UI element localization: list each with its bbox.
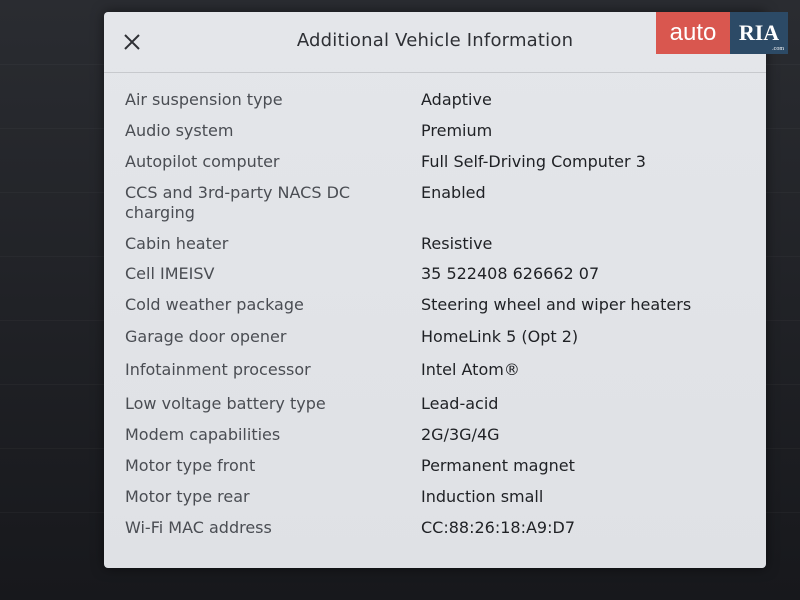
spec-row-autopilot-computer: Autopilot computer Full Self-Driving Com…	[104, 152, 766, 183]
spec-row-modem: Modem capabilities 2G/3G/4G	[104, 425, 766, 456]
spec-row-audio-system: Audio system Premium	[104, 121, 766, 152]
spec-label: Garage door opener	[125, 327, 287, 346]
spec-row-cell-imeisv: Cell IMEISV 35 522408 626662 07	[104, 264, 766, 295]
spec-label: Low voltage battery type	[125, 394, 326, 413]
spec-value: Lead-acid	[421, 394, 499, 413]
spec-row-wifi-mac: Wi-Fi MAC address CC:88:26:18:A9:D7	[104, 518, 766, 549]
spec-list: Air suspension type Adaptive Audio syste…	[104, 90, 766, 549]
spec-value: Full Self-Driving Computer 3	[421, 152, 646, 171]
spec-label: Autopilot computer	[125, 152, 280, 171]
spec-row-motor-rear: Motor type rear Induction small	[104, 487, 766, 518]
spec-label: Motor type rear	[125, 487, 250, 506]
spec-row-lv-battery: Low voltage battery type Lead-acid	[104, 394, 766, 425]
spec-label: Audio system	[125, 121, 234, 140]
spec-value: Resistive	[421, 234, 493, 253]
spec-value: CC:88:26:18:A9:D7	[421, 518, 575, 537]
spec-value: Steering wheel and wiper heaters	[421, 295, 692, 314]
spec-row-air-suspension: Air suspension type Adaptive	[104, 90, 766, 121]
auto-ria-watermark: auto RIA .com	[656, 12, 788, 54]
spec-value: Permanent magnet	[421, 456, 575, 475]
spec-label: Air suspension type	[125, 90, 283, 109]
watermark-auto-text: auto	[656, 12, 730, 54]
spec-row-dc-charging: CCS and 3rd-party NACS DC charging Enabl…	[104, 183, 766, 234]
spec-value: Adaptive	[421, 90, 492, 109]
watermark-ria-text: RIA	[738, 20, 780, 45]
spec-label: Cell IMEISV	[125, 264, 215, 283]
watermark-domain-text: .com	[772, 46, 784, 52]
spec-label: Infotainment processor	[125, 360, 311, 379]
spec-label: Cold weather package	[125, 295, 304, 314]
spec-row-motor-front: Motor type front Permanent magnet	[104, 456, 766, 487]
spec-label: Modem capabilities	[125, 425, 281, 444]
spec-label: Motor type front	[125, 456, 256, 475]
spec-value: Premium	[421, 121, 493, 140]
spec-row-infotainment: Infotainment processor Intel Atom®	[104, 360, 766, 394]
vehicle-info-modal: Additional Vehicle Information Air suspe…	[104, 12, 766, 568]
spec-row-garage-door: Garage door opener HomeLink 5 (Opt 2)	[104, 327, 766, 360]
spec-value: 35 522408 626662 07	[421, 264, 600, 283]
spec-label: Cabin heater	[125, 234, 229, 253]
spec-value: Enabled	[421, 183, 486, 202]
spec-value: Induction small	[421, 487, 544, 506]
spec-value: HomeLink 5 (Opt 2)	[421, 327, 579, 346]
watermark-ria-logo: RIA .com	[730, 12, 788, 54]
spec-value: 2G/3G/4G	[421, 425, 500, 444]
spec-label: Wi-Fi MAC address	[125, 518, 272, 537]
spec-label: CCS and 3rd-party NACS DC charging	[125, 183, 351, 222]
spec-value: Intel Atom®	[421, 360, 520, 379]
spec-row-cabin-heater: Cabin heater Resistive	[104, 234, 766, 264]
spec-row-cold-weather: Cold weather package Steering wheel and …	[104, 295, 766, 327]
